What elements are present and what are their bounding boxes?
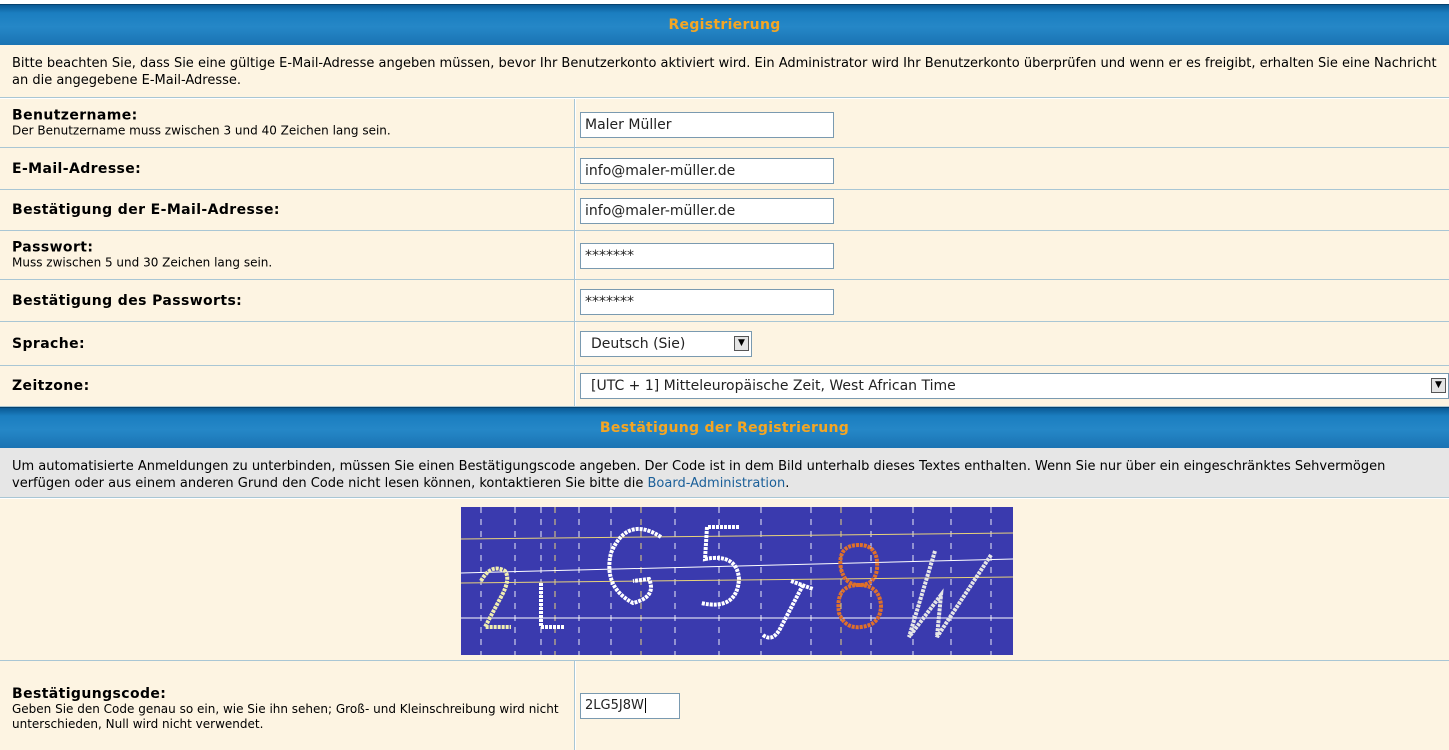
captcha-image	[461, 507, 1013, 655]
captcha-code-label: Bestätigungscode:	[12, 686, 167, 702]
email-confirm-row: Bestätigung der E-Mail-Adresse: info@mal…	[0, 190, 1449, 231]
language-select[interactable]: Deutsch (Sie) ▼	[580, 331, 752, 357]
password-confirm-input[interactable]: *******	[580, 289, 834, 315]
chevron-down-icon[interactable]: ▼	[734, 336, 749, 351]
password-input[interactable]: *******	[580, 243, 834, 269]
captcha-code-row: Bestätigungscode: Geben Sie den Code gen…	[0, 661, 1449, 750]
email-confirm-label: Bestätigung der E-Mail-Adresse:	[12, 202, 280, 218]
timezone-label: Zeitzone:	[12, 378, 90, 394]
confirmation-intro: Um automatisierte Anmeldungen zu unterbi…	[0, 448, 1449, 498]
registration-form: Registrierung Bitte beachten Sie, dass S…	[0, 0, 1449, 750]
password-row: Passwort: Muss zwischen 5 und 30 Zeichen…	[0, 231, 1449, 280]
board-administration-link[interactable]: Board-Administration	[648, 476, 786, 491]
captcha-code-input[interactable]: 2LG5J8W	[580, 693, 680, 719]
timezone-row: Zeitzone: [UTC + 1] Mitteleuropäische Ze…	[0, 366, 1449, 407]
email-input[interactable]: info@maler-müller.de	[580, 158, 834, 184]
email-confirm-input[interactable]: info@maler-müller.de	[580, 198, 834, 224]
text-cursor	[644, 698, 646, 713]
confirmation-header: Bestätigung der Registrierung	[0, 407, 1449, 448]
username-input[interactable]: Maler Müller	[580, 112, 834, 138]
registration-header: Registrierung	[0, 4, 1449, 45]
captcha-code-hint: Geben Sie den Code genau so ein, wie Sie…	[12, 702, 559, 731]
password-confirm-row: Bestätigung des Passworts: *******	[0, 280, 1449, 322]
language-value: Deutsch (Sie)	[591, 336, 686, 352]
chevron-down-icon[interactable]: ▼	[1431, 378, 1446, 393]
password-confirm-label: Bestätigung des Passworts:	[12, 292, 243, 309]
timezone-select[interactable]: [UTC + 1] Mitteleuropäische Zeit, West A…	[580, 373, 1449, 399]
password-label: Passwort:	[12, 239, 94, 256]
email-label: E-Mail-Adresse:	[12, 160, 142, 177]
confirmation-intro-end: .	[785, 476, 790, 491]
language-label: Sprache:	[12, 335, 86, 352]
captcha-code-value: 2LG5J8W	[585, 698, 644, 713]
registration-intro: Bitte beachten Sie, dass Sie eine gültig…	[0, 45, 1449, 98]
username-label: Benutzername:	[12, 107, 138, 124]
username-hint: Der Benutzername muss zwischen 3 und 40 …	[12, 123, 391, 138]
password-hint: Muss zwischen 5 und 30 Zeichen lang sein…	[12, 255, 273, 270]
captcha-cell	[0, 499, 1449, 661]
timezone-value: [UTC + 1] Mitteleuropäische Zeit, West A…	[591, 378, 956, 394]
language-row: Sprache: Deutsch (Sie) ▼	[0, 322, 1449, 366]
email-row: E-Mail-Adresse: info@maler-müller.de	[0, 148, 1449, 190]
username-row: Benutzername: Der Benutzername muss zwis…	[0, 99, 1449, 148]
